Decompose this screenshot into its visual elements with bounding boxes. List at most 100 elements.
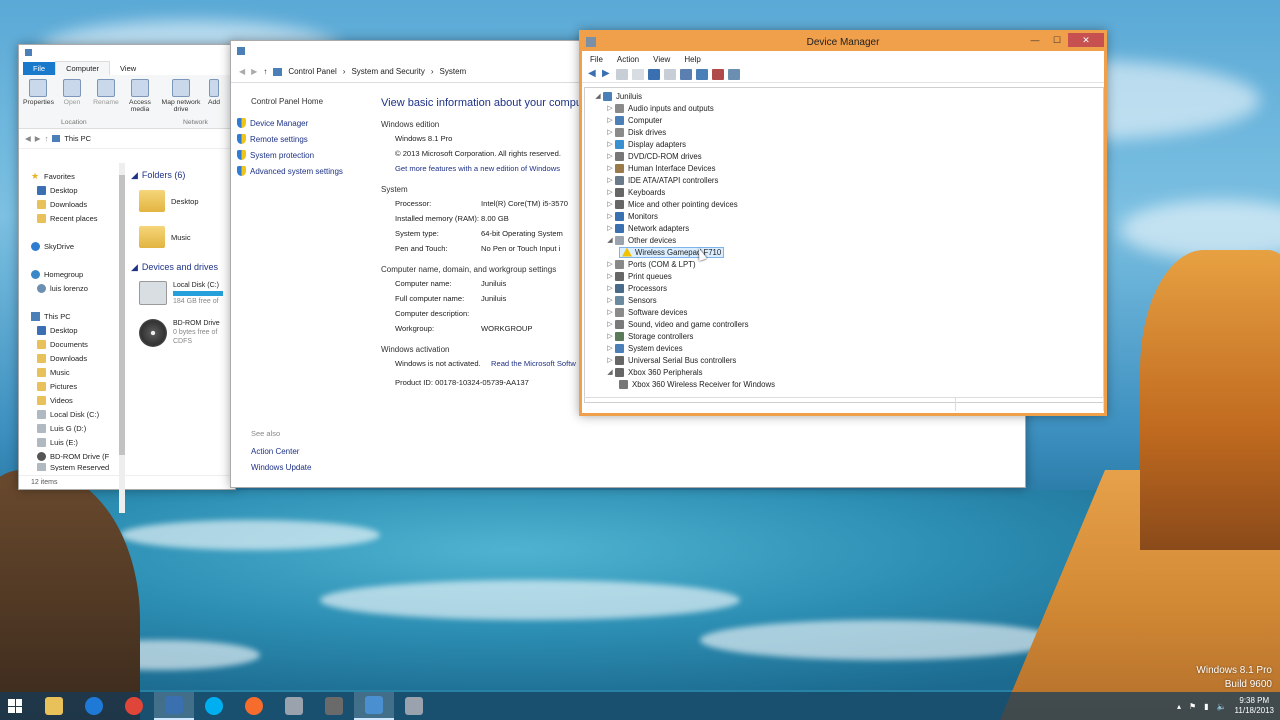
expand-icon[interactable]: ▷	[605, 356, 615, 364]
nav-item-recent-places[interactable]: Recent places	[23, 211, 119, 225]
collapse-icon[interactable]: ◢	[605, 368, 615, 376]
tree-category-human-interface-devices[interactable]: ▷ Human Interface Devices	[585, 162, 1103, 174]
breadcrumb-this-pc[interactable]: This PC	[64, 134, 91, 143]
explorer-titlebar[interactable]	[19, 45, 235, 59]
tree-category-network-adapters[interactable]: ▷ Network adapters	[585, 222, 1103, 234]
breadcrumb-control-panel[interactable]: Control Panel	[288, 67, 336, 76]
view-icon[interactable]	[664, 69, 676, 80]
forward-icon[interactable]: ▶	[251, 67, 257, 76]
start-button[interactable]	[0, 692, 30, 720]
nav-item-downloads-pc[interactable]: Downloads	[23, 351, 119, 365]
update-driver-icon[interactable]	[696, 69, 708, 80]
tab-computer[interactable]: Computer	[55, 61, 111, 75]
nav-item-desktop[interactable]: Desktop	[23, 183, 119, 197]
file-explorer-window[interactable]: File Computer View Properties Open Renam…	[18, 44, 236, 513]
expand-icon[interactable]: ▷	[605, 272, 615, 280]
action-center-link[interactable]: Action Center	[251, 447, 299, 456]
tree-root[interactable]: ◢ Juniluis	[585, 90, 1103, 102]
folder-music[interactable]: Music	[131, 219, 235, 255]
tree-category-audio-inputs-and-outputs[interactable]: ▷ Audio inputs and outputs	[585, 102, 1103, 114]
tree-category-print-queues[interactable]: ▷ Print queues	[585, 270, 1103, 282]
collapse-icon[interactable]: ◢	[605, 236, 615, 244]
tree-category-system-devices[interactable]: ▷ System devices	[585, 342, 1103, 354]
devices-section-header[interactable]: ◢ Devices and drives	[131, 259, 235, 275]
device-manager-link[interactable]: Device Manager	[231, 115, 371, 131]
menu-file[interactable]: File	[590, 55, 603, 64]
device-manager-window[interactable]: Device Manager — ☐ ✕ File Action View He…	[579, 30, 1107, 416]
menu-action[interactable]: Action	[617, 55, 639, 64]
drive-local-disk-c[interactable]: Local Disk (C:) 184 GB free of	[131, 281, 235, 313]
taskbar-app-app-9[interactable]	[354, 692, 394, 720]
tree-category-sensors[interactable]: ▷ Sensors	[585, 294, 1103, 306]
tab-file[interactable]: File	[23, 62, 56, 75]
expand-icon[interactable]: ▷	[605, 116, 615, 124]
collapse-icon[interactable]: ◢	[131, 170, 138, 181]
expand-icon[interactable]: ▷	[605, 140, 615, 148]
taskbar-app-device-tool[interactable]	[274, 692, 314, 720]
nav-item-bd-rom[interactable]: BD-ROM Drive (F	[23, 449, 119, 463]
windows-update-link[interactable]: Windows Update	[251, 463, 311, 472]
tree-category-display-adapters[interactable]: ▷ Display adapters	[585, 138, 1103, 150]
expand-icon[interactable]: ▷	[605, 320, 615, 328]
license-terms-link[interactable]: Read the Microsoft Softw	[491, 359, 576, 368]
enable-device-icon[interactable]	[728, 69, 740, 80]
advanced-system-settings-link[interactable]: Advanced system settings	[231, 163, 371, 179]
collapse-icon[interactable]: ◢	[131, 262, 138, 273]
up-icon[interactable]: ↑	[263, 67, 267, 76]
taskbar-app-origin[interactable]	[234, 692, 274, 720]
expand-icon[interactable]: ▷	[605, 128, 615, 136]
nav-skydrive[interactable]: SkyDrive	[23, 239, 119, 253]
menu-view[interactable]: View	[653, 55, 670, 64]
tree-category-processors[interactable]: ▷ Processors	[585, 282, 1103, 294]
nav-item-local-disk-c[interactable]: Local Disk (C:)	[23, 407, 119, 421]
help-icon[interactable]	[648, 69, 660, 80]
expand-icon[interactable]: ▷	[605, 176, 615, 184]
nav-item-pictures[interactable]: Pictures	[23, 379, 119, 393]
tree-category-ports-com-lpt[interactable]: ▷ Ports (COM & LPT)	[585, 258, 1103, 270]
more-features-link[interactable]: Get more features with a new edition of …	[381, 164, 560, 173]
tree-category-ide-ata-atapi-controllers[interactable]: ▷ IDE ATA/ATAPI controllers	[585, 174, 1103, 186]
tree-device-wireless-gamepad[interactable]: Wireless Gamepad F710	[585, 246, 1103, 258]
tree-category-storage-controllers[interactable]: ▷ Storage controllers	[585, 330, 1103, 342]
expand-icon[interactable]: ▷	[605, 152, 615, 160]
tree-device-xbox-receiver[interactable]: Xbox 360 Wireless Receiver for Windows	[585, 378, 1103, 390]
nav-item-desktop-pc[interactable]: Desktop	[23, 323, 119, 337]
taskbar-app-system-window[interactable]	[154, 692, 194, 720]
expand-icon[interactable]: ▷	[605, 212, 615, 220]
tree-category-computer[interactable]: ▷ Computer	[585, 114, 1103, 126]
tree-category-other-devices[interactable]: ◢ Other devices	[585, 234, 1103, 246]
expand-icon[interactable]: ▷	[605, 332, 615, 340]
taskbar-app-app-8[interactable]	[314, 692, 354, 720]
taskbar-app-skype[interactable]	[194, 692, 234, 720]
explorer-address-bar[interactable]: ◀ ▶ ↑ This PC	[19, 129, 235, 149]
tree-category-dvd-cd-rom-drives[interactable]: ▷ DVD/CD-ROM drives	[585, 150, 1103, 162]
expand-icon[interactable]: ▷	[605, 284, 615, 292]
tree-category-sound-video-and-game-controllers[interactable]: ▷ Sound, video and game controllers	[585, 318, 1103, 330]
clock[interactable]: 9:38 PM 11/18/2013	[1235, 696, 1274, 716]
expand-icon[interactable]: ▷	[605, 164, 615, 172]
chevron-up-icon[interactable]: ▴	[1177, 702, 1181, 711]
nav-item-documents[interactable]: Documents	[23, 337, 119, 351]
expand-icon[interactable]: ▷	[605, 344, 615, 352]
folder-desktop[interactable]: Desktop	[131, 183, 235, 219]
forward-icon[interactable]: ▶	[35, 134, 41, 143]
expand-icon[interactable]: ▷	[605, 260, 615, 268]
tree-category-keyboards[interactable]: ▷ Keyboards	[585, 186, 1103, 198]
remote-settings-link[interactable]: Remote settings	[231, 131, 371, 147]
nav-favorites[interactable]: ★ Favorites	[23, 169, 119, 183]
expand-icon[interactable]: ▷	[605, 296, 615, 304]
nav-item-drive-d[interactable]: Luis G (D:)	[23, 421, 119, 435]
folders-section-header[interactable]: ◢ Folders (6)	[131, 167, 235, 183]
expand-icon[interactable]: ▷	[605, 188, 615, 196]
nav-item-user[interactable]: luis lorenzo	[23, 281, 119, 295]
nav-this-pc[interactable]: This PC	[23, 309, 119, 323]
control-panel-home-link[interactable]: Control Panel Home	[231, 93, 371, 109]
taskbar-app-file-explorer[interactable]	[34, 692, 74, 720]
back-icon[interactable]: ◀	[588, 69, 598, 80]
show-hide-tree-icon[interactable]	[616, 69, 628, 80]
properties-button[interactable]: Properties	[23, 79, 54, 128]
forward-icon[interactable]: ▶	[602, 69, 612, 80]
taskbar-app-internet-explorer[interactable]	[74, 692, 114, 720]
add-button[interactable]: Add	[207, 79, 221, 128]
taskbar-app-device-manager[interactable]	[394, 692, 434, 720]
